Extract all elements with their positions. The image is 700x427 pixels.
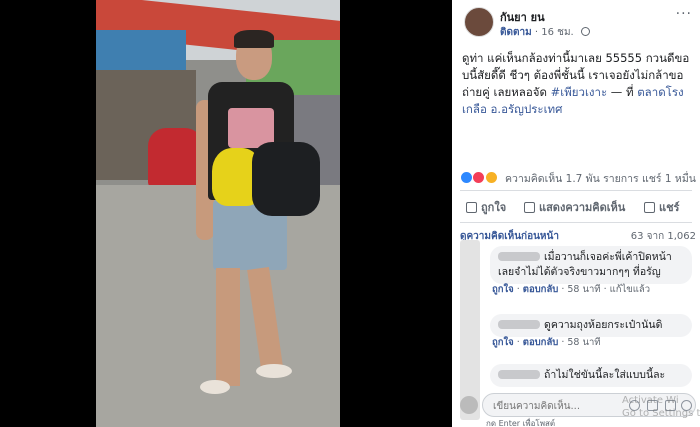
post-time[interactable]: 16 ชม. (541, 27, 573, 38)
reactions-bar[interactable]: ความคิดเห็น 1.7 พัน รายการ แชร์ 1 หมื่น … (460, 170, 700, 186)
watermark-line-2: Go to Settings t (622, 408, 700, 419)
like-reaction-icon (460, 171, 473, 184)
photo-motorbike (148, 128, 203, 188)
like-label: ถูกใจ (481, 201, 507, 214)
comment-like-link[interactable]: ถูกใจ (492, 284, 514, 295)
photo-sandal-left (200, 380, 230, 394)
comment-time[interactable]: 58 นาที (567, 337, 600, 348)
comment-actions: ถูกใจ · ตอบกลับ · 58 นาที · แก้ไขแล้ว (492, 284, 651, 295)
love-reaction-icon (472, 171, 486, 184)
comment-input[interactable] (491, 397, 615, 415)
comment-bubble: ถ้าไม่ใช่ขันนี้ละใส่แบบนี้ละ (490, 364, 692, 387)
comment-text: ถ้าไม่ใช่ขันนี้ละใส่แบบนี้ละ (544, 369, 666, 381)
post-meta: ติดตาม · 16 ชม. (500, 25, 590, 40)
comment-reply-link[interactable]: ตอบกลับ (523, 284, 559, 295)
comment-bubble: ดูความถุงห้อยกระเป๋านันดิ (490, 314, 692, 337)
divider (460, 222, 692, 223)
haha-reaction-icon (484, 171, 498, 184)
post-photo[interactable] (96, 0, 340, 427)
author-avatar[interactable] (464, 7, 494, 37)
photo-sandal-right (256, 364, 292, 378)
globe-icon (580, 27, 590, 36)
like-button[interactable]: ถูกใจ (466, 198, 506, 216)
activation-watermark: Activate Wi Go to Settings t (622, 394, 700, 420)
comment-edited: แก้ไขแล้ว (609, 284, 651, 295)
watermark-line-1: Activate Wi (622, 395, 679, 406)
comment-count: 63 จาก 1,062 (630, 231, 696, 242)
action-bar: ถูกใจ แสดงความคิดเห็น แชร์ (452, 196, 700, 218)
comment-label: แสดงความคิดเห็น (539, 201, 626, 214)
comments-header: ดูความคิดเห็นก่อนหน้า 63 จาก 1,062 (460, 229, 696, 244)
share-button[interactable]: แชร์ (644, 198, 679, 216)
more-options-icon[interactable]: ··· (676, 6, 692, 22)
post-panel: กันยา ยน ติดตาม · 16 ชม. ··· ดูท่า แค่เห… (452, 0, 700, 427)
comment-actions: ถูกใจ · ตอบกลับ · 58 นาที (492, 337, 601, 348)
photo-person-leg-left (216, 268, 240, 386)
share-label: แชร์ (659, 201, 680, 214)
thumbs-up-icon (466, 202, 477, 213)
follow-button[interactable]: ติดตาม (500, 27, 532, 38)
speech-bubble-icon (524, 202, 535, 213)
comment-time[interactable]: 58 นาที (567, 284, 600, 295)
comment-reply-link[interactable]: ตอบกลับ (523, 337, 559, 348)
comment-text: ดูความถุงห้อยกระเป๋านันดิ (544, 319, 663, 331)
meta-separator: · (534, 27, 539, 38)
post-header: กันยา ยน ติดตาม · 16 ชม. ··· (452, 0, 700, 44)
blurred-commenter-name (498, 252, 540, 261)
blurred-avatars (460, 240, 480, 420)
comment-like-link[interactable]: ถูกใจ (492, 337, 514, 348)
blurred-commenter-name (498, 370, 540, 379)
reactions-summary[interactable]: ความคิดเห็น 1.7 พัน รายการ แชร์ 1 หมื่น … (505, 173, 700, 185)
author-name[interactable]: กันยา ยน (500, 8, 545, 26)
photo-person-hair (234, 30, 274, 48)
share-arrow-icon (644, 202, 655, 213)
post-text: ดูท่า แค่เห็นกล้องท่านี้มาเลย 55555 กวนด… (462, 50, 694, 118)
comment-bubble: เมื่อวานก็เจอค่ะพี่เค้าปิดหน้า เลยจำไม่ไ… (490, 246, 692, 284)
photo-black-bag (252, 142, 320, 216)
current-user-avatar (460, 396, 478, 414)
divider (460, 190, 692, 191)
hashtag-link[interactable]: #เพียวเงาะ (551, 85, 608, 99)
photo-awning-left (96, 30, 186, 70)
comment-button[interactable]: แสดงความคิดเห็น (524, 198, 625, 216)
post-dash: — ที่ (607, 85, 638, 99)
enter-to-post-hint: กด Enter เพื่อโพสต์ (486, 419, 556, 427)
blurred-commenter-name (498, 320, 540, 329)
